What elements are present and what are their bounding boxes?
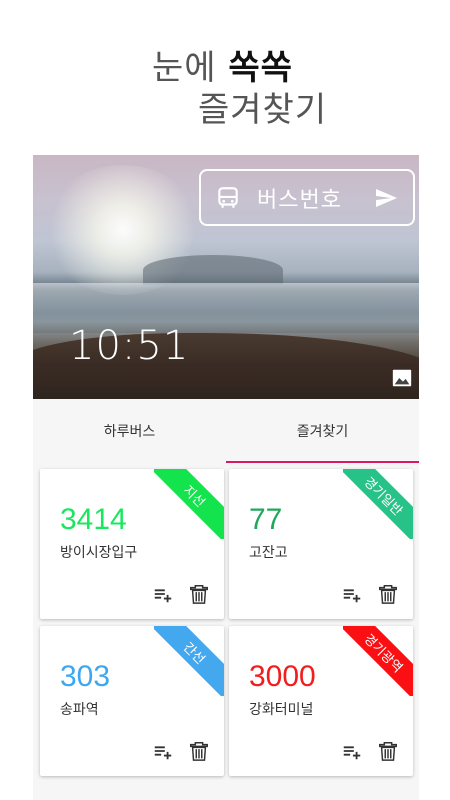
favorite-card[interactable]: 경기광역 3000 강화터미널 [229, 626, 413, 776]
tab-label: 하루버스 [103, 424, 156, 440]
trash-icon[interactable] [377, 740, 399, 762]
trash-icon[interactable] [188, 583, 210, 605]
favorite-card[interactable]: 경기일반 77 고잔고 [229, 469, 413, 619]
send-icon [369, 181, 403, 215]
trash-icon[interactable] [188, 740, 210, 762]
route-type-ribbon: 간선 [154, 626, 224, 696]
clock-display: 10:51 [69, 323, 190, 369]
bus-number: 303 [60, 660, 111, 693]
bus-search-label: 버스번호 [257, 187, 342, 213]
stop-name: 고잔고 [249, 545, 288, 561]
bus-number-search-button[interactable]: 버스번호 [199, 169, 415, 226]
favorite-card[interactable]: 간선 303 송파역 [40, 626, 224, 776]
playlist-add-icon[interactable] [152, 740, 174, 762]
route-type-ribbon: 경기일반 [343, 469, 413, 539]
tab-label: 즐겨찾기 [296, 424, 349, 440]
bus-number: 3414 [60, 503, 127, 536]
trash-icon[interactable] [377, 583, 399, 605]
stop-name: 방이시장입구 [60, 545, 138, 561]
hero-hill [143, 255, 283, 285]
bus-number: 3000 [249, 660, 316, 693]
bus-icon [211, 181, 245, 215]
tab-daily-bus[interactable]: 하루버스 [33, 399, 226, 463]
route-type-ribbon: 경기광역 [343, 626, 413, 696]
headline: 눈에 쏙쏙 즐겨찾기 [0, 0, 450, 155]
playlist-add-icon[interactable] [341, 583, 363, 605]
route-type-ribbon: 지선 [154, 469, 224, 539]
tab-favorites[interactable]: 즐겨찾기 [226, 399, 419, 463]
playlist-add-icon[interactable] [341, 740, 363, 762]
bus-number: 77 [249, 503, 283, 536]
favorite-card[interactable]: 지선 3414 방이시장입구 [40, 469, 224, 619]
image-icon[interactable] [391, 367, 413, 389]
hero-banner: 버스번호 10:51 [33, 155, 419, 399]
stop-name: 송파역 [60, 702, 99, 718]
playlist-add-icon[interactable] [152, 583, 174, 605]
tab-bar: 하루버스 즐겨찾기 [33, 399, 419, 463]
stop-name: 강화터미널 [249, 702, 314, 718]
headline-line2: 즐겨찾기 [198, 90, 328, 130]
